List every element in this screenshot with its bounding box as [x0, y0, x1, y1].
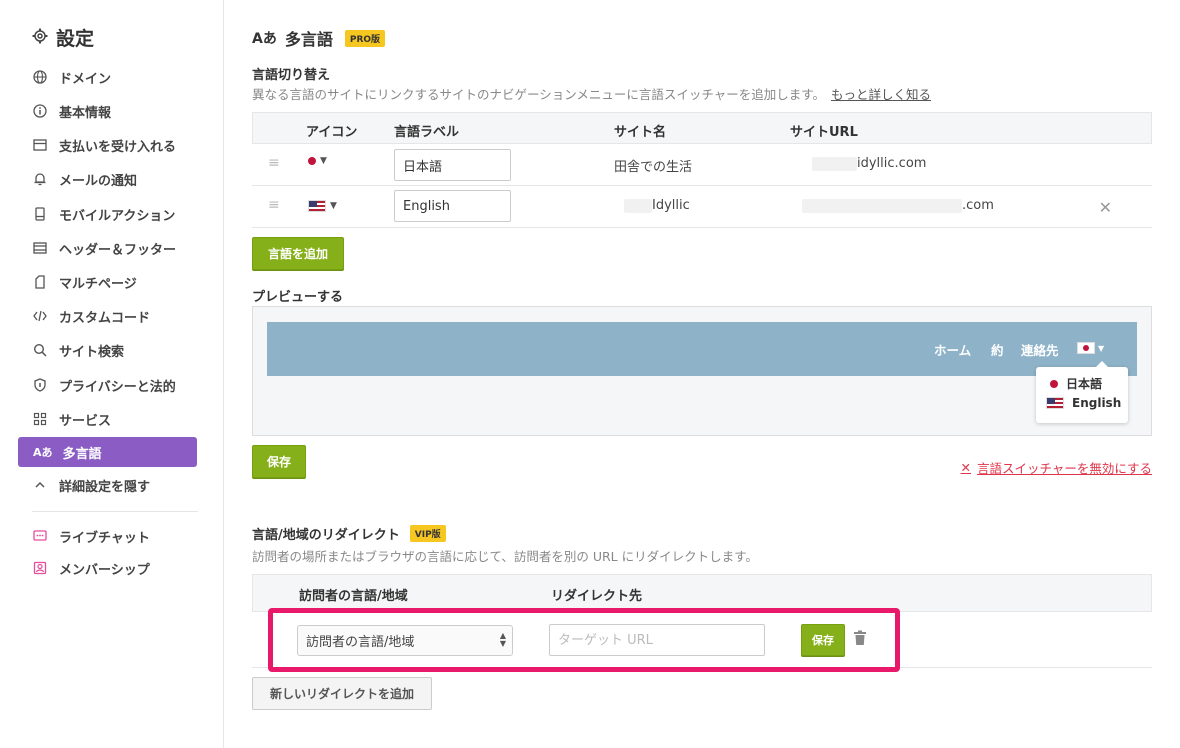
preview-nav-bar: ホーム 約 連絡先 ▼ — [267, 322, 1137, 376]
preview-language-dropdown: 日本語 English — [1036, 361, 1128, 423]
us-flag-icon — [308, 200, 326, 212]
site-url: .com — [802, 198, 994, 213]
redirect-title: 言語/地域のリダイレクト — [252, 528, 400, 543]
search-icon — [33, 343, 47, 357]
multilingual-icon: Aあ — [33, 446, 53, 459]
globe-icon — [33, 70, 47, 84]
save-switcher-button[interactable]: 保存 — [252, 445, 306, 478]
shield-icon — [33, 378, 47, 392]
column-header-icon: アイコン — [306, 125, 358, 140]
page-title: 多言語 — [284, 30, 333, 49]
chevron-up-icon — [33, 478, 47, 492]
japan-flag-icon — [1077, 342, 1095, 354]
code-icon — [33, 309, 47, 323]
language-label-input[interactable]: 日本語 — [394, 149, 511, 181]
site-url: idyllic.com — [812, 156, 926, 171]
grid-icon — [33, 412, 47, 426]
sidebar-item-hide-advanced[interactable]: 詳細設定を隠す — [18, 470, 197, 500]
column-header-visitor-language: 訪問者の言語/地域 — [299, 589, 408, 604]
add-language-button[interactable]: 言語を追加 — [252, 237, 344, 270]
redacted-region — [812, 156, 857, 171]
sidebar-divider — [32, 511, 198, 512]
site-name: Idyllic — [624, 198, 690, 213]
sidebar-item-site-search[interactable]: サイト検索 — [18, 335, 197, 365]
dropdown-item-english: English — [1046, 396, 1121, 410]
settings-title: 設定 — [32, 24, 94, 51]
pro-badge: PRO版 — [344, 29, 386, 47]
caret-down-icon: ▼ — [330, 201, 337, 211]
sidebar-item-live-chat[interactable]: ライブチャット — [18, 521, 197, 551]
us-flag-icon — [1046, 397, 1064, 409]
switcher-title: 言語切り替え — [252, 68, 331, 83]
sidebar: 設定 ドメイン 基本情報 支払いを受け入れる メールの通知 モバイルアクション … — [0, 0, 224, 748]
gear-icon — [32, 27, 48, 49]
sidebar-item-services[interactable]: サービス — [18, 404, 197, 434]
multilingual-icon: Aあ — [252, 31, 277, 47]
mobile-icon — [33, 207, 47, 221]
column-header-site-name: サイト名 — [614, 125, 667, 140]
bell-icon — [33, 172, 47, 186]
japan-flag-icon — [1050, 379, 1058, 388]
pages-icon — [33, 275, 47, 289]
column-header-site-url: サイトURL — [790, 125, 858, 140]
table-row: ≡ ▼ 日本語 田舎での生活 idyllic.com — [252, 144, 1152, 186]
switcher-table-header: アイコン 言語ラベル サイト名 サイトURL — [252, 112, 1152, 144]
payment-icon — [33, 138, 47, 152]
info-icon — [33, 104, 47, 118]
redacted-region — [802, 198, 962, 213]
sidebar-item-mobile-actions[interactable]: モバイルアクション — [18, 199, 197, 229]
redirect-description: 訪問者の場所またはブラウザの言語に応じて、訪問者を別の URL にリダイレクトし… — [252, 549, 758, 564]
remove-row-icon[interactable]: ✕ — [1099, 198, 1112, 217]
learn-more-link[interactable]: もっと詳しく知る — [831, 87, 931, 102]
header-footer-icon — [33, 241, 47, 255]
sidebar-item-privacy-legal[interactable]: プライバシーと法的 — [18, 370, 197, 400]
redirect-table-header: 訪問者の言語/地域 リダイレクト先 — [252, 574, 1152, 612]
flag-picker[interactable]: ▼ — [308, 200, 337, 212]
highlight-box — [268, 608, 900, 672]
vip-badge: VIP版 — [409, 525, 446, 542]
column-header-label: 言語ラベル — [394, 125, 460, 140]
sidebar-item-custom-code[interactable]: カスタムコード — [18, 301, 197, 331]
preview-nav-contact: 連絡先 — [1021, 343, 1059, 358]
preview-nav-home: ホーム — [934, 343, 972, 358]
sidebar-item-multipage[interactable]: マルチページ — [18, 267, 197, 297]
table-row: ≡ ▼ English Idyllic .com ✕ — [252, 186, 1152, 228]
chat-icon — [33, 529, 47, 543]
sidebar-item-email-notify[interactable]: メールの通知 — [18, 164, 197, 194]
drag-handle-icon[interactable]: ≡ — [268, 198, 280, 212]
redirect-title-row: 言語/地域のリダイレクト VIP版 — [252, 524, 446, 543]
sidebar-item-basic-info[interactable]: 基本情報 — [18, 96, 197, 126]
sidebar-item-membership[interactable]: メンバーシップ — [18, 553, 197, 583]
column-header-redirect-target: リダイレクト先 — [551, 589, 643, 604]
site-name: 田舎での生活 — [614, 160, 693, 175]
caret-down-icon: ▼ — [320, 156, 327, 166]
preview-nav-about: 約 — [991, 343, 1004, 358]
drag-handle-icon[interactable]: ≡ — [268, 156, 280, 170]
caret-down-icon: ▼ — [1098, 343, 1105, 353]
flag-picker[interactable]: ▼ — [308, 156, 327, 166]
sidebar-item-multilingual[interactable]: Aあ 多言語 — [18, 437, 197, 467]
add-redirect-button[interactable]: 新しいリダイレクトを追加 — [252, 677, 432, 710]
sidebar-item-domain[interactable]: ドメイン — [18, 62, 197, 92]
switcher-description: 異なる言語のサイトにリンクするサイトのナビゲーションメニューに言語スイッチャーを… — [252, 87, 932, 102]
preview-language-switcher: ▼ — [1077, 342, 1104, 354]
language-label-input[interactable]: English — [394, 190, 511, 222]
japan-flag-icon — [308, 157, 316, 165]
member-icon — [33, 561, 47, 575]
disable-switcher-link[interactable]: ✕ 言語スイッチャーを無効にする — [961, 458, 1153, 477]
preview-panel: ホーム 約 連絡先 ▼ 日本語 English — [252, 306, 1152, 436]
sidebar-item-header-footer[interactable]: ヘッダー＆フッター — [18, 233, 197, 263]
close-icon: ✕ — [960, 460, 971, 475]
dropdown-item-japanese: 日本語 — [1050, 375, 1102, 392]
preview-title: プレビューする — [252, 290, 344, 305]
sidebar-item-payments[interactable]: 支払いを受け入れる — [18, 130, 197, 160]
page-header: Aあ 多言語 PRO版 — [252, 26, 386, 50]
dropdown-caret — [1096, 361, 1108, 367]
redacted-region — [624, 198, 652, 213]
